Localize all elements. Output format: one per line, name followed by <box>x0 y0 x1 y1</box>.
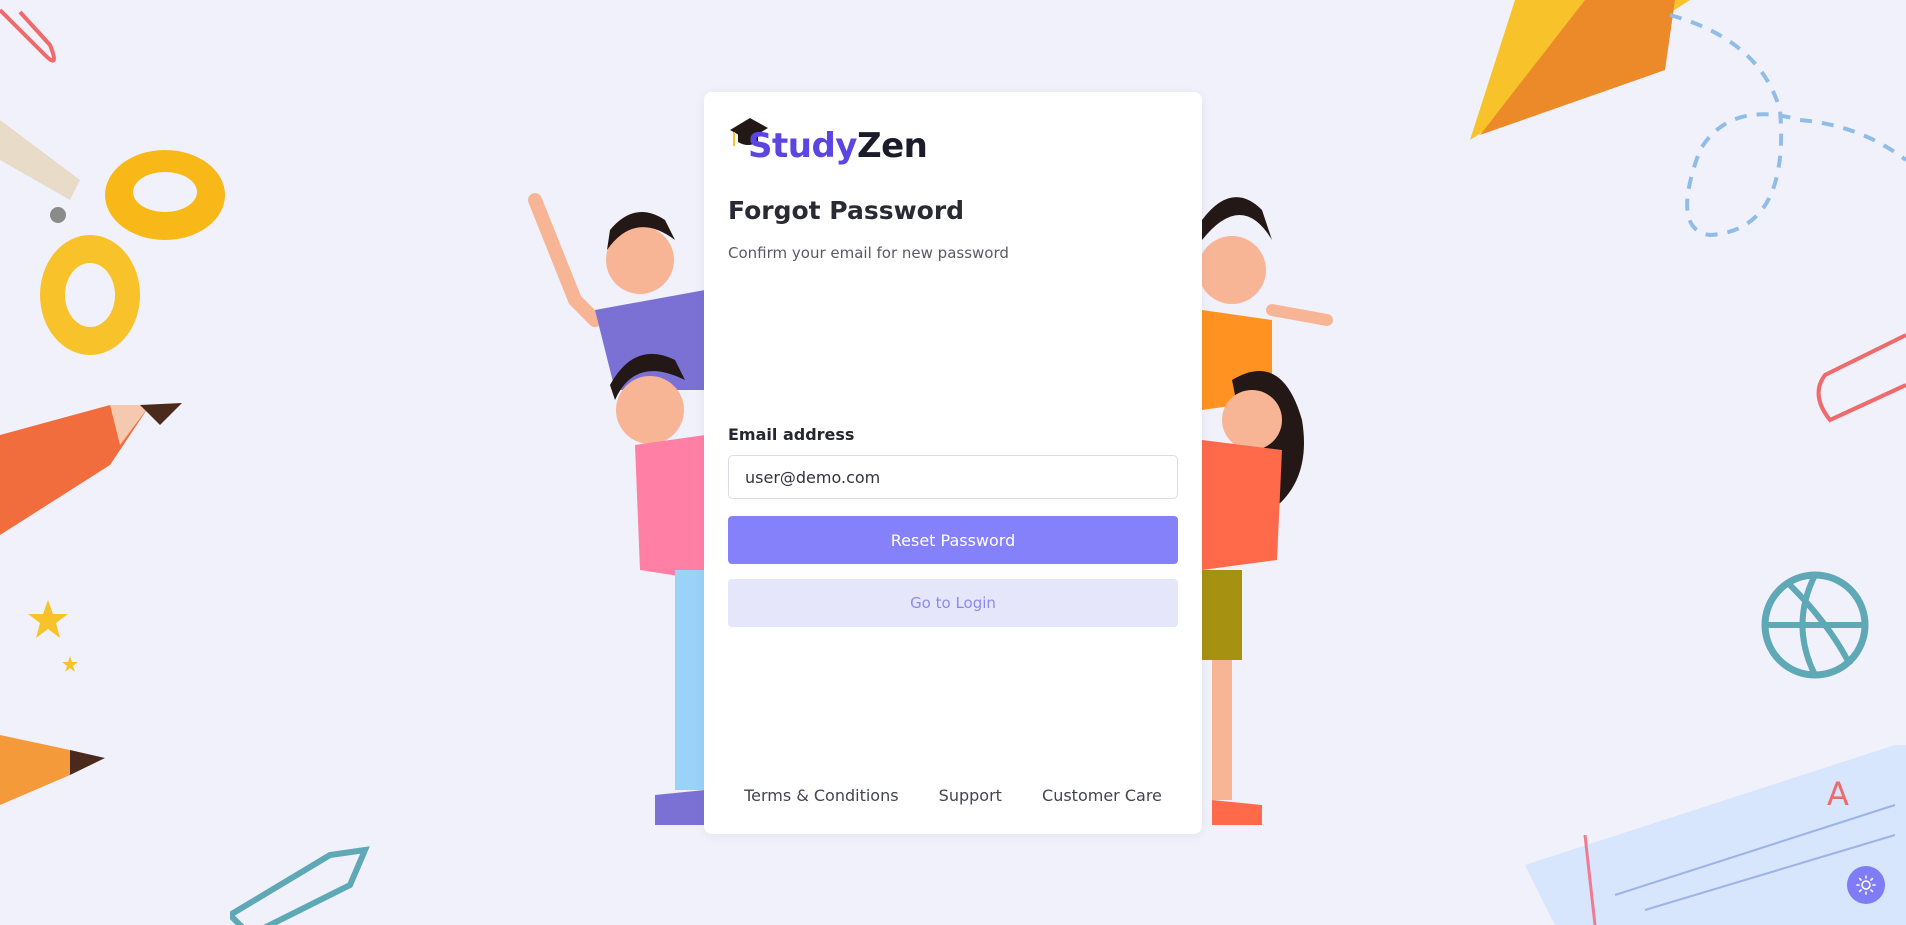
brand-name: StudyZen <box>748 126 928 166</box>
kids-illustration-right <box>1202 197 1333 825</box>
ball-illustration <box>1761 571 1869 679</box>
reset-password-button[interactable]: Reset Password <box>728 516 1178 564</box>
email-label: Email address <box>728 425 855 444</box>
terms-link[interactable]: Terms & Conditions <box>744 786 898 805</box>
page-title: Forgot Password <box>728 196 965 225</box>
pencil-illustration <box>0 403 182 535</box>
paperclip-right-illustration <box>1816 333 1906 423</box>
star-icon <box>28 600 78 672</box>
studyzen-logo: StudyZen <box>728 116 928 166</box>
dashed-loop-illustration <box>1669 13 1906 238</box>
brand-name-part1: Study <box>748 126 857 166</box>
svg-text:A: A <box>1827 775 1849 813</box>
pencil-outline-illustration <box>230 846 370 925</box>
paperclip-illustration <box>0 8 56 63</box>
footer-links: Terms & Conditions Support Customer Care <box>704 786 1202 805</box>
go-to-login-button[interactable]: Go to Login <box>728 579 1178 627</box>
customer-care-link[interactable]: Customer Care <box>1042 786 1162 805</box>
support-link[interactable]: Support <box>939 786 1002 805</box>
brand-name-part2: Zen <box>856 126 928 166</box>
email-input[interactable] <box>728 455 1178 499</box>
kids-illustration-left <box>528 193 705 825</box>
scissors-illustration <box>0 120 225 355</box>
sun-icon <box>1856 875 1876 895</box>
pencil-small-illustration <box>0 735 105 805</box>
page-subtitle: Confirm your email for new password <box>728 244 1009 262</box>
notebook-illustration: A <box>1525 745 1906 925</box>
forgot-password-card: StudyZen Forgot Password Confirm your em… <box>704 92 1202 834</box>
theme-toggle-button[interactable] <box>1847 866 1885 904</box>
